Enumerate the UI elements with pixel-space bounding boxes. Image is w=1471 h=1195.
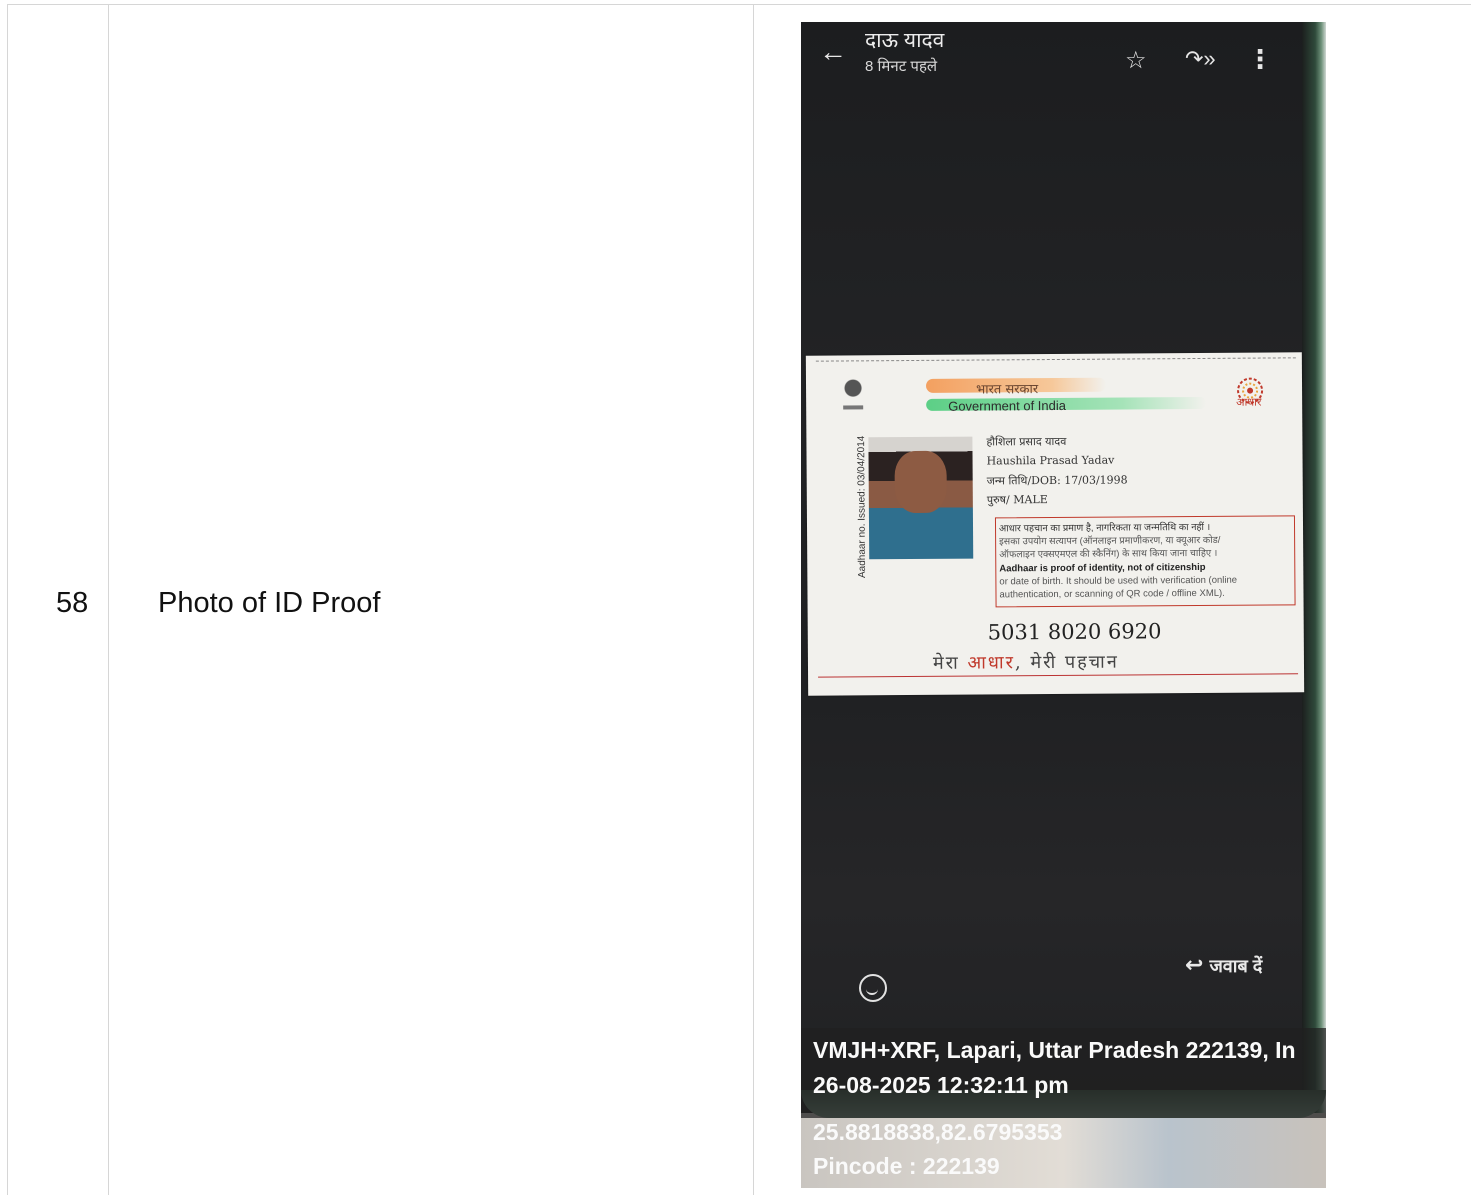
national-emblem-icon <box>837 373 869 416</box>
aadhaar-logo-text: आधार <box>1236 395 1262 409</box>
phone-edge <box>1302 22 1326 1122</box>
tagline-part-1: मेरा <box>932 652 968 674</box>
geo-address: VMJH+XRF, Lapari, Uttar Pradesh 222139, … <box>813 1037 1296 1063</box>
geo-coordinates: 25.8818838,82.6795353 <box>813 1119 1063 1145</box>
column-divider-2 <box>753 4 754 1195</box>
disclaimer-en-1: Aadhaar is proof of identity, not of cit… <box>999 561 1206 575</box>
issued-date: Aadhaar no. Issued: 03/04/2014 <box>856 435 869 579</box>
row-number: 58 <box>56 587 89 619</box>
row-label: Photo of ID Proof <box>158 587 381 619</box>
table-left-border <box>7 4 8 1195</box>
tagline-part-3: , मेरी पहचान <box>1014 651 1119 674</box>
card-border: भारत सरकार Government of India आधार Aadh… <box>815 357 1299 678</box>
more-vert-icon[interactable]: ⋮ <box>1247 44 1273 75</box>
column-divider-1 <box>108 4 109 1195</box>
star-icon[interactable]: ☆ <box>1125 46 1147 75</box>
tagline-part-2: आधार <box>967 652 1016 674</box>
back-arrow-icon[interactable]: ← <box>819 36 847 68</box>
table-top-border <box>7 4 1471 5</box>
forward-icon[interactable]: ↷» <box>1185 46 1216 72</box>
name-english: Haushila Prasad Yadav <box>986 453 1115 468</box>
disclaimer-en-2: or date of birth. It should be used with… <box>999 574 1238 588</box>
aadhaar-card: भारत सरकार Government of India आधार Aadh… <box>805 352 1305 696</box>
contact-name: दाऊ यादव <box>865 29 945 52</box>
reply-icon: ↩ <box>1185 952 1204 977</box>
geo-datetime: 26-08-2025 12:32:11 pm <box>813 1072 1069 1098</box>
disclaimer-en-3: authentication, or scanning of QR code /… <box>999 587 1225 601</box>
disclaimer-hi-3: ऑफलाइन एक्सएमएल की स्कैनिंग) के साथ किया… <box>999 547 1218 561</box>
emoji-add-icon[interactable] <box>859 974 887 1002</box>
date-of-birth: जन्म तिथि/DOB: 17/03/1998 <box>986 473 1128 488</box>
reply-label: जवाब दें <box>1209 956 1263 976</box>
message-time: 8 मिनट पहले <box>865 58 938 75</box>
tagline: मेरा आधार, मेरी पहचान <box>933 650 1119 675</box>
govt-title-hindi: भारत सरकार <box>976 382 1039 398</box>
aadhaar-number: 5031 8020 6920 <box>987 619 1162 645</box>
gender: पुरुष/ MALE <box>986 493 1048 507</box>
geo-pincode: Pincode : 222139 <box>813 1153 1000 1179</box>
govt-title-english: Government of India <box>948 397 1067 414</box>
name-hindi: हौशिला प्रसाद यादव <box>986 434 1067 449</box>
holder-face <box>894 450 947 514</box>
reply-button[interactable]: ↩ जवाब दें <box>1185 952 1262 978</box>
id-proof-photo: ← दाऊ यादव 8 मिनट पहले ☆ ↷» ⋮ भारत सरकार… <box>801 22 1326 1188</box>
